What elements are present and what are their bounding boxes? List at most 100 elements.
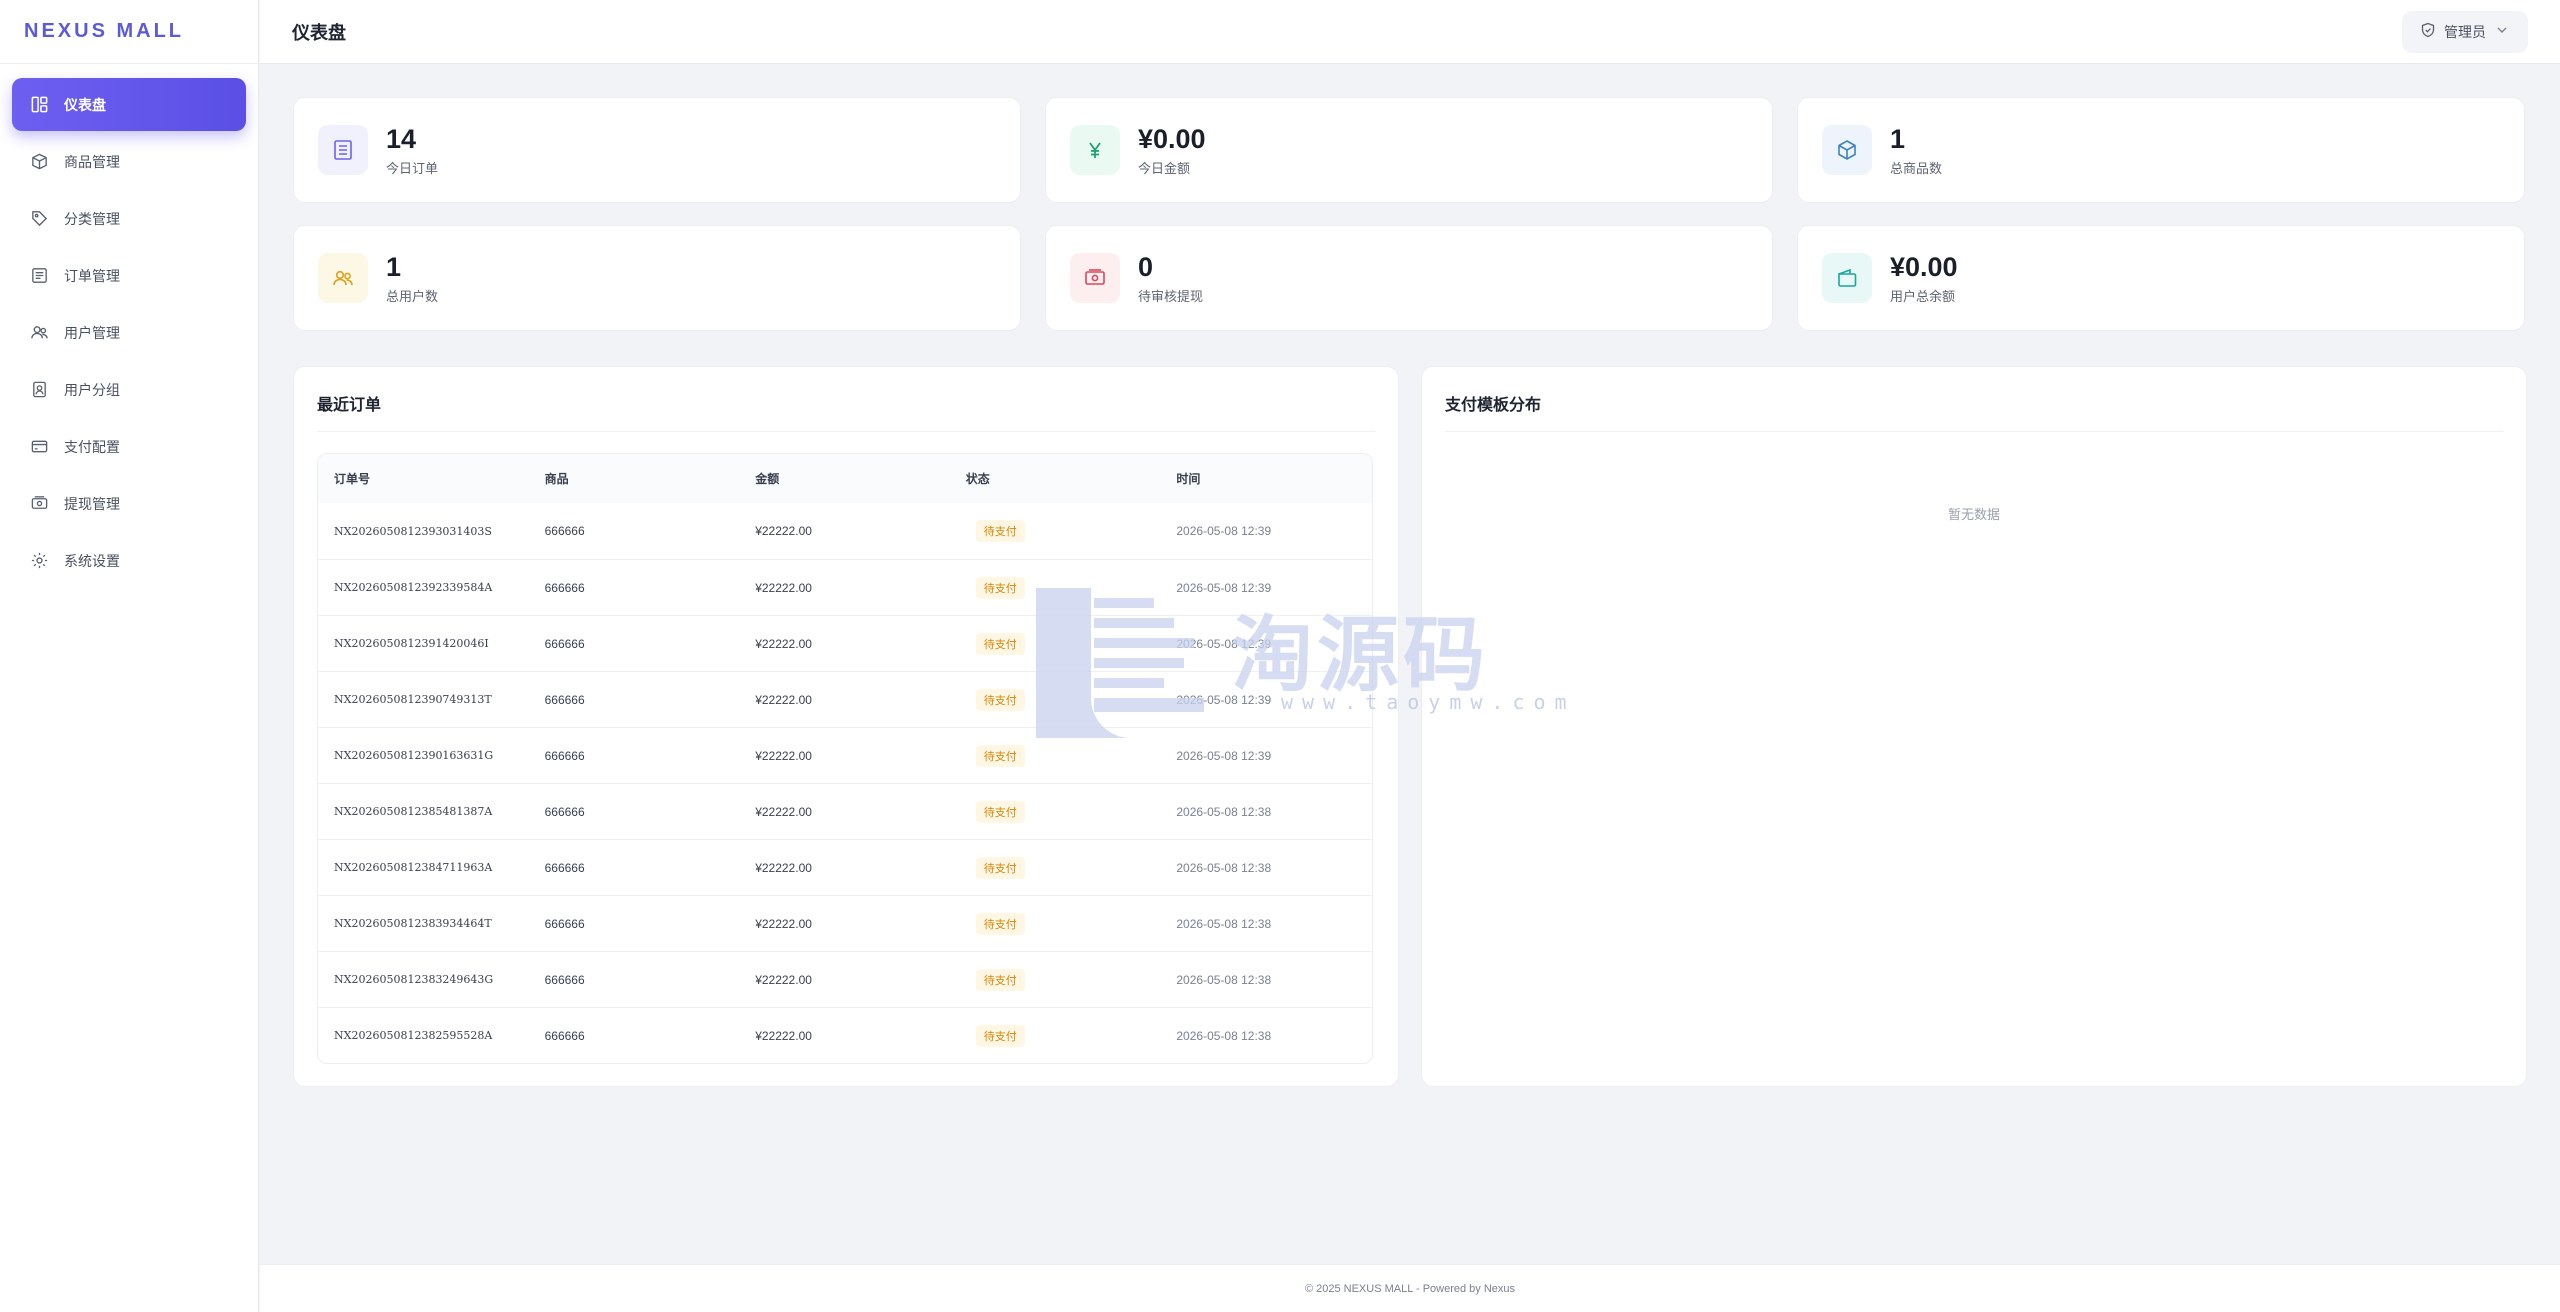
status-cell: 待支付 [950,1024,1161,1047]
table-row[interactable]: NX2026050812383934464T 666666 ¥22222.00 待支付… [318,895,1372,951]
stat-label: 今日金额 [1138,160,1191,176]
column-header: 时间 [1176,472,1201,486]
amount-cell: ¥22222.00 [755,580,812,595]
amount-cell: ¥22222.00 [755,916,812,931]
sidebar-item-label: 商品管理 [64,153,120,170]
status-cell: 待支付 [950,800,1161,823]
sidebar-item-settings[interactable]: 系统设置 [12,534,246,587]
dashboard-icon [29,95,49,115]
card-icon [29,437,49,457]
table-row[interactable]: NX2026050812391420046I 666666 ¥22222.00 待支付… [318,615,1372,671]
sidebar: NEXUS MALL 仪表盘 商品管理 分类管理 订单管理 用户管理 用户分组 … [0,0,259,1312]
sidebar-item-label: 提现管理 [64,495,120,512]
column-header: 状态 [965,472,990,486]
time-cell: 2026-05-08 12:38 [1176,972,1272,987]
table-row[interactable]: NX2026050812393031403S 666666 ¥22222.00 待支付… [318,503,1372,559]
order-id-cell: NX2026050812384711963A [334,861,493,874]
status-badge: 待支付 [975,800,1025,823]
cash-icon [1070,253,1120,303]
sidebar-nav: 仪表盘 商品管理 分类管理 订单管理 用户管理 用户分组 支付配置 提现管理 系… [0,64,258,587]
footer: © 2025 NEXUS MALL - Powered by Nexus [260,1264,2560,1312]
sidebar-item-orders[interactable]: 订单管理 [12,249,246,302]
status-badge: 待支付 [975,968,1025,991]
sidebar-item-products[interactable]: 商品管理 [12,135,246,188]
stat-value: 0 [1138,251,1154,282]
tag-icon [29,209,49,229]
stat-label: 待审核提现 [1138,288,1204,304]
status-cell: 待支付 [950,688,1161,711]
amount-cell: ¥22222.00 [755,972,812,987]
stat-value: ¥0.00 [1890,251,1958,282]
stat-label: 今日订单 [386,160,439,176]
brand-logo[interactable]: NEXUS MALL [0,0,258,64]
product-cell: 666666 [544,916,585,931]
sidebar-item-dashboard[interactable]: 仪表盘 [12,78,246,131]
table-body: NX2026050812393031403S 666666 ¥22222.00 待支付… [318,503,1372,1063]
user-role-label: 管理员 [2444,23,2486,40]
product-cell: 666666 [544,524,585,538]
sidebar-item-withdrawals[interactable]: 提现管理 [12,477,246,530]
top-header: 仪表盘 管理员 [260,0,2560,64]
divider [317,431,1375,432]
gear-icon [29,551,49,571]
time-cell: 2026-05-08 12:38 [1176,916,1272,931]
users-icon [29,323,49,343]
table-row[interactable]: NX2026050812382595528A 666666 ¥22222.00 待支付… [318,1007,1372,1063]
stat-value: 14 [386,123,417,154]
order-id-cell: NX2026050812390163631G [334,749,494,762]
cube-icon [1822,125,1872,175]
product-cell: 666666 [544,748,585,763]
divider [1445,431,2503,432]
table-row[interactable]: NX2026050812384711963A 666666 ¥22222.00 待支付… [318,839,1372,895]
product-cell: 666666 [544,1028,585,1043]
time-cell: 2026-05-08 12:39 [1176,580,1272,595]
sidebar-item-label: 分类管理 [64,210,120,227]
user-menu-button[interactable]: 管理员 [2402,10,2528,53]
order-id-cell: NX2026050812383934464T [334,917,492,930]
box-icon [29,152,49,172]
product-cell: 666666 [544,804,585,819]
status-cell: 待支付 [950,856,1161,879]
sidebar-item-user-groups[interactable]: 用户分组 [12,363,246,416]
status-badge: 待支付 [975,1024,1025,1047]
table-row[interactable]: NX2026050812385481387A 666666 ¥22222.00 待支付… [318,783,1372,839]
stat-value: 1 [1890,123,1906,154]
orders-table: 订单号 商品 金额 状态 时间 NX2026050812393031403S 66… [317,453,1373,1064]
stat-card-total-products: 1 总商品数 [1797,97,2525,203]
stat-value: 1 [386,251,402,282]
yen-icon [1070,125,1120,175]
order-id-cell: NX2026050812392339584A [334,581,493,594]
column-header: 商品 [544,472,569,486]
amount-cell: ¥22222.00 [755,1028,812,1043]
empty-state-text: 暂无数据 [1947,507,2000,522]
amount-cell: ¥22222.00 [755,860,812,875]
stat-card-today-amount: ¥0.00 今日金额 [1045,97,1773,203]
sidebar-item-users[interactable]: 用户管理 [12,306,246,359]
product-cell: 666666 [544,692,585,707]
time-cell: 2026-05-08 12:39 [1176,524,1272,538]
order-id-cell: NX2026050812383249643G [334,973,494,986]
product-cell: 666666 [544,636,585,651]
table-row[interactable]: NX2026050812390749313T 666666 ¥22222.00 待支付… [318,671,1372,727]
status-badge: 待支付 [975,576,1025,599]
table-row[interactable]: NX2026050812390163631G 666666 ¥22222.00 待支付… [318,727,1372,783]
status-cell: 待支付 [950,632,1161,655]
stat-card-pending-withdrawals: 0 待审核提现 [1045,225,1773,331]
stat-card-total-users: 1 总用户数 [293,225,1021,331]
sidebar-item-payment-config[interactable]: 支付配置 [12,420,246,473]
time-cell: 2026-05-08 12:38 [1176,860,1272,875]
sidebar-item-categories[interactable]: 分类管理 [12,192,246,245]
table-row[interactable]: NX2026050812392339584A 666666 ¥22222.00 待支付… [318,559,1372,615]
table-row[interactable]: NX2026050812383249643G 666666 ¥22222.00 待支付… [318,951,1372,1007]
product-cell: 666666 [544,860,585,875]
document-icon [318,125,368,175]
table-header: 订单号 商品 金额 状态 时间 [318,454,1372,503]
sidebar-item-label: 订单管理 [64,267,120,284]
panel-title: 支付模板分布 [1445,397,1542,414]
amount-cell: ¥22222.00 [755,804,812,819]
status-badge: 待支付 [975,632,1025,655]
sidebar-item-label: 系统设置 [64,552,120,569]
order-id-cell: NX2026050812391420046I [334,637,489,650]
time-cell: 2026-05-08 12:39 [1176,636,1272,651]
status-cell: 待支付 [950,744,1161,767]
